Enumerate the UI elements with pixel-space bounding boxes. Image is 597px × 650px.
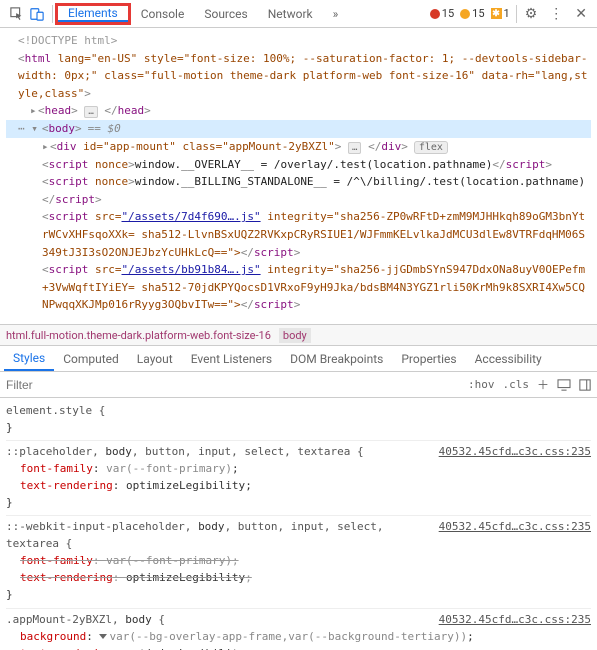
decl-font-family-struck[interactable]: font-family: var(--font-primary); [6,552,591,569]
subtab-computed[interactable]: Computed [54,346,128,371]
dom-script-overlay[interactable]: <script nonce>window.__OVERLAY__ = /over… [6,156,591,174]
dom-script-asset-2[interactable]: <script src="/assets/bb91b84….js" integr… [6,261,591,314]
dom-head[interactable]: ▸<head> … </head> [6,102,591,120]
dom-html-open[interactable]: <html lang="en-US" style="font-size: 100… [6,50,591,103]
subtab-styles[interactable]: Styles [4,346,54,371]
tab-network[interactable]: Network [258,0,323,27]
cls-toggle[interactable]: .cls [502,378,529,391]
divider [516,5,517,23]
subtab-accessibility[interactable]: Accessibility [466,346,551,371]
dom-doctype[interactable]: <!DOCTYPE html> [6,32,591,50]
selected-indicator: == $0 [88,120,121,138]
tab-more[interactable]: » [323,0,349,27]
decl-text-rendering-struck[interactable]: text-rendering: optimizeLegibility; [6,645,591,650]
main-tabs: Elements Console Sources Network » [55,0,348,27]
divider [52,5,53,23]
crumb-body[interactable]: body [279,328,311,343]
rule-source-link[interactable]: 40532.45cfd…c3c.css:235 [439,611,591,628]
rule-close: } [6,494,591,511]
tab-console[interactable]: Console [131,0,195,27]
styles-panel[interactable]: element.style { } ::placeholder, body, b… [0,398,597,650]
devtools-toolbar: Elements Console Sources Network » 15 15… [0,0,597,28]
device-icon[interactable] [557,379,571,391]
tab-elements[interactable]: Elements [58,6,128,22]
warnings-count: 15 [472,7,484,20]
dom-script-billing[interactable]: <script nonce>window.__BILLING_STANDALON… [6,173,591,208]
settings-icon[interactable]: ⚙ [519,6,544,22]
rule-appmount-body[interactable]: .appMount-2yBXZl, body { 40532.45cfd…c3c… [6,609,591,650]
rule-selector: .appMount-2yBXZl, body { [6,611,431,628]
dom-div-appmount[interactable]: ▸<div id="app-mount" class="appMount-2yB… [6,138,591,156]
ellipsis-badge[interactable]: … [84,106,97,118]
device-toggle-icon[interactable] [30,7,44,21]
rule-close: } [6,419,591,436]
rule-element-style[interactable]: element.style { } [6,400,591,441]
rule-selector: ::-webkit-input-placeholder, body, butto… [6,518,431,552]
warnings-badge[interactable]: 15 [460,7,484,20]
decl-text-rendering[interactable]: text-rendering: optimizeLegibility; [6,477,591,494]
dom-script-asset-1[interactable]: <script src="/assets/7d4f690….js" integr… [6,208,591,261]
toolbar-left-icons [4,7,50,21]
dom-tree[interactable]: <!DOCTYPE html> <html lang="en-US" style… [0,28,597,324]
crumb-html[interactable]: html.full-motion.theme-dark.platform-web… [6,329,271,342]
decl-font-family[interactable]: font-family: var(--font-primary); [6,460,591,477]
issues-badge[interactable]: ✱1 [491,7,510,20]
styles-tabs: Styles Computed Layout Event Listeners D… [0,346,597,372]
subtab-event-listeners[interactable]: Event Listeners [182,346,281,371]
rule-placeholder-body[interactable]: ::placeholder, body, button, input, sele… [6,441,591,516]
rule-source-link[interactable]: 40532.45cfd…c3c.css:235 [439,518,591,535]
rule-selector: element.style { [6,402,591,419]
ellipsis-badge[interactable]: … [348,142,361,154]
styles-filter-bar: :hov .cls ＋ [0,372,597,398]
kebab-icon[interactable]: ⋮ [543,6,569,22]
rule-close: } [6,586,591,603]
subtab-dom-breakpoints[interactable]: DOM Breakpoints [281,346,392,371]
inspect-icon[interactable] [10,7,24,21]
flex-badge[interactable]: flex [414,141,448,154]
annotation-highlight: Elements [55,3,131,25]
panel-layout-icon[interactable] [579,379,591,391]
close-icon[interactable]: ✕ [569,6,593,22]
breadcrumb[interactable]: html.full-motion.theme-dark.platform-web… [0,324,597,346]
tab-sources[interactable]: Sources [194,0,257,27]
dom-body-selected[interactable]: ⋯ ▾<body>== $0 [6,120,591,138]
new-style-rule-icon[interactable]: ＋ [537,376,549,393]
styles-filter-input[interactable] [6,372,468,397]
color-swatch-icon[interactable] [99,634,107,639]
decl-background[interactable]: background: var(--bg-overlay-app-frame,v… [6,628,591,645]
errors-count: 15 [442,7,454,20]
hov-toggle[interactable]: :hov [468,378,495,391]
rule-source-link[interactable]: 40532.45cfd…c3c.css:235 [439,443,591,460]
status-badges: 15 15 ✱1 [430,7,514,20]
rule-webkit-placeholder[interactable]: ::-webkit-input-placeholder, body, butto… [6,516,591,608]
decl-text-rendering-struck[interactable]: text-rendering: optimizeLegibility; [6,569,591,586]
rule-selector: ::placeholder, body, button, input, sele… [6,443,431,460]
subtab-layout[interactable]: Layout [128,346,182,371]
subtab-properties[interactable]: Properties [392,346,465,371]
errors-badge[interactable]: 15 [430,7,454,20]
issues-count: 1 [504,7,510,20]
